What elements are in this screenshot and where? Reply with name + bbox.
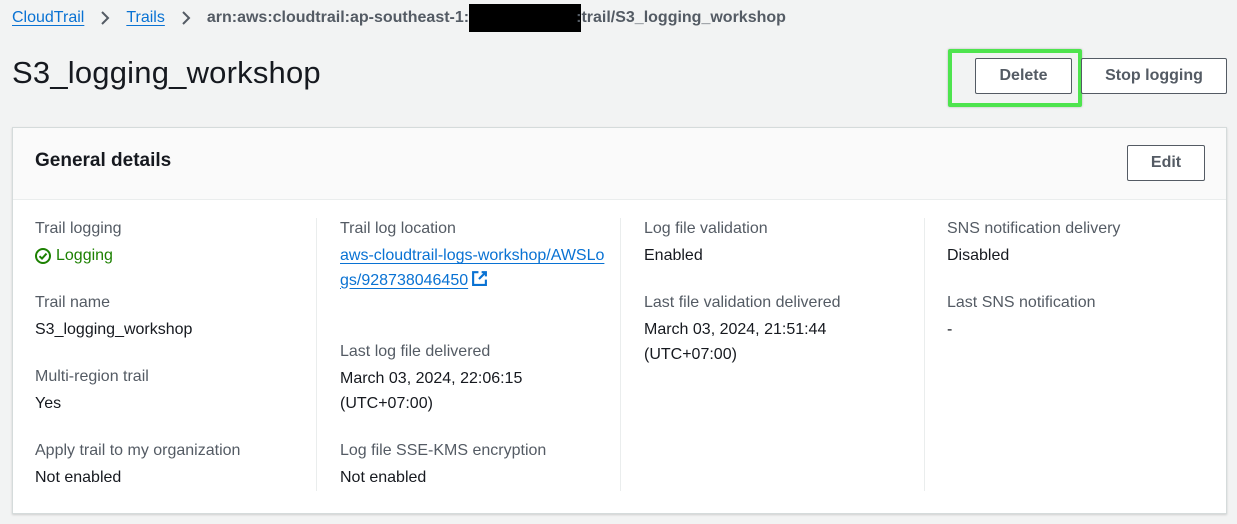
trail-name-label: Trail name — [35, 294, 110, 311]
trail-logging-label: Trail logging — [35, 220, 122, 237]
log-validation-value: Enabled — [644, 247, 703, 264]
trail-logging-status: Logging — [35, 244, 113, 269]
stop-logging-button[interactable]: Stop logging — [1081, 58, 1227, 94]
last-validation-label: Last file validation delivered — [644, 294, 841, 311]
chevron-right-icon — [178, 10, 194, 26]
last-validation-value: March 03, 2024, 21:51:44 (UTC+07:00) — [644, 321, 827, 363]
general-details-title: General details — [35, 150, 172, 171]
breadcrumb-cloudtrail-link[interactable]: CloudTrail — [12, 9, 84, 27]
external-link-icon[interactable] — [471, 270, 488, 296]
edit-button[interactable]: Edit — [1127, 145, 1205, 181]
details-column-4: SNS notification delivery Disabled Last … — [947, 200, 1207, 490]
multi-region-label: Multi-region trail — [35, 368, 149, 385]
log-location: aws-cloudtrail-logs-workshop/AWSLogs/928… — [340, 244, 610, 295]
sse-kms-value: Not enabled — [340, 469, 427, 486]
page-title: S3_logging_workshop — [12, 55, 321, 90]
redacted-account-id — [469, 4, 582, 32]
last-sns-value: - — [947, 321, 953, 338]
column-divider — [620, 218, 621, 491]
log-validation-label: Log file validation — [644, 220, 768, 237]
arn-prefix: arn:aws:cloudtrail:ap-southeast-1: — [206, 9, 470, 26]
breadcrumb-trails-link[interactable]: Trails — [126, 9, 165, 27]
sns-delivery-value: Disabled — [947, 247, 1010, 264]
chevron-right-icon — [97, 10, 113, 26]
multi-region-value: Yes — [35, 395, 62, 412]
panel-header: General details Edit — [13, 128, 1226, 200]
last-log-value: March 03, 2024, 22:06:15 (UTC+07:00) — [340, 370, 523, 412]
details-column-1: Trail logging Logging Trail name S3_logg… — [35, 200, 305, 490]
column-divider — [316, 218, 317, 491]
apply-org-value: Not enabled — [35, 469, 122, 486]
column-divider — [924, 218, 925, 491]
arn-suffix: :trail/S3_logging_workshop — [576, 9, 786, 26]
trail-logging-value: Logging — [56, 247, 113, 264]
last-log-label: Last log file delivered — [340, 343, 491, 360]
breadcrumb-current-arn: arn:aws:cloudtrail:ap-southeast-1: :trai… — [207, 4, 786, 32]
details-column-3: Log file validation Enabled Last file va… — [644, 200, 914, 490]
general-details-panel: General details Edit Trail logging Loggi… — [12, 127, 1227, 514]
sns-delivery-label: SNS notification delivery — [947, 220, 1121, 237]
sse-kms-label: Log file SSE-KMS encryption — [340, 442, 547, 459]
last-sns-label: Last SNS notification — [947, 294, 1096, 311]
log-location-label: Trail log location — [340, 220, 456, 237]
status-success-icon — [35, 248, 51, 265]
details-column-2: Trail log location aws-cloudtrail-logs-w… — [340, 200, 610, 490]
delete-button[interactable]: Delete — [975, 58, 1072, 94]
apply-org-label: Apply trail to my organization — [35, 442, 241, 459]
breadcrumb: CloudTrail Trails arn:aws:cloudtrail:ap-… — [12, 4, 786, 32]
trail-name-value: S3_logging_workshop — [35, 321, 193, 338]
